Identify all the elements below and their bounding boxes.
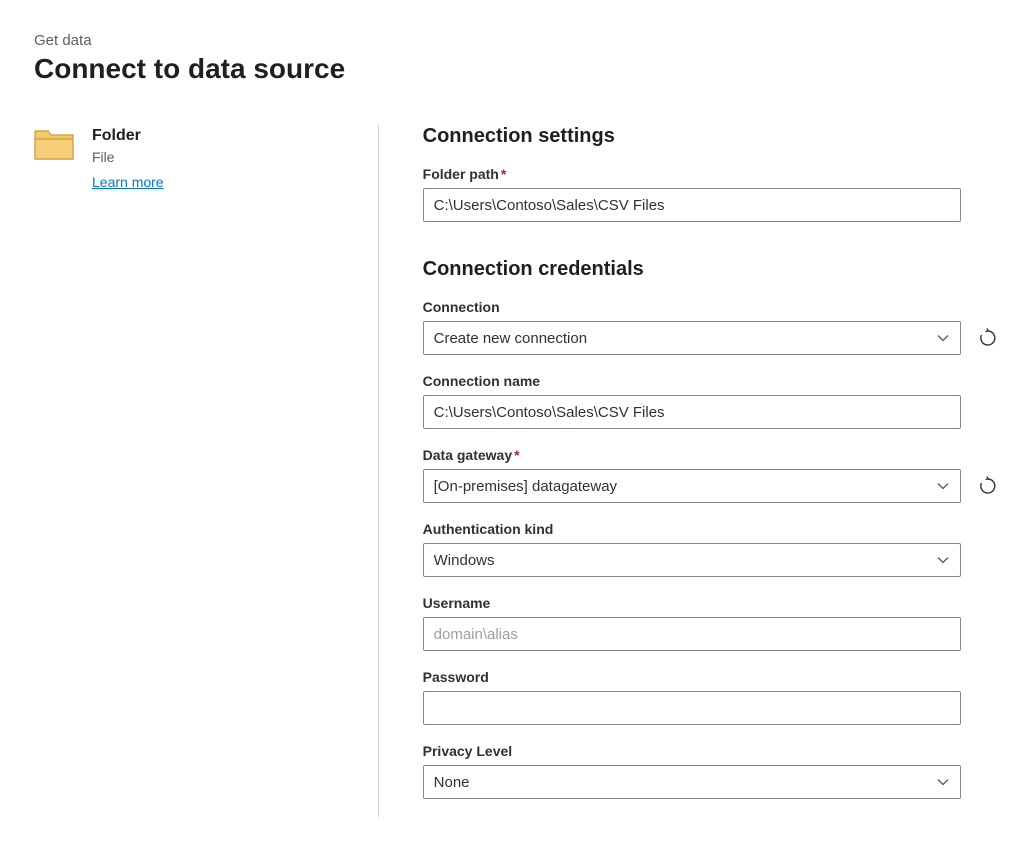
privacy-level-label: Privacy Level: [423, 743, 1017, 759]
settings-panel: Connection settings Folder path* Connect…: [378, 125, 1017, 817]
auth-kind-select-value: Windows: [434, 552, 495, 569]
data-gateway-select[interactable]: [On-premises] datagateway: [423, 469, 961, 503]
breadcrumb: Get data: [34, 32, 1017, 49]
page-title: Connect to data source: [34, 53, 1017, 85]
connection-select[interactable]: Create new connection: [423, 321, 961, 355]
password-input[interactable]: [423, 691, 961, 725]
privacy-level-select[interactable]: None: [423, 765, 961, 799]
folder-path-input[interactable]: [423, 188, 961, 222]
refresh-icon: [978, 476, 998, 496]
connector-name: Folder: [92, 125, 164, 147]
connection-select-value: Create new connection: [434, 330, 587, 347]
chevron-down-icon: [936, 775, 950, 789]
connection-settings-heading: Connection settings: [423, 125, 1017, 148]
username-label: Username: [423, 595, 1017, 611]
chevron-down-icon: [936, 479, 950, 493]
privacy-level-select-value: None: [434, 774, 470, 791]
refresh-icon: [978, 328, 998, 348]
chevron-down-icon: [936, 553, 950, 567]
data-gateway-refresh-button[interactable]: [977, 475, 999, 497]
auth-kind-label: Authentication kind: [423, 521, 1017, 537]
auth-kind-select[interactable]: Windows: [423, 543, 961, 577]
learn-more-link[interactable]: Learn more: [92, 174, 164, 190]
connection-credentials-heading: Connection credentials: [423, 258, 1017, 281]
connection-refresh-button[interactable]: [977, 327, 999, 349]
connection-name-input[interactable]: [423, 395, 961, 429]
connection-label: Connection: [423, 299, 1017, 315]
password-label: Password: [423, 669, 1017, 685]
connector-type: File: [92, 147, 164, 168]
connection-name-label: Connection name: [423, 373, 1017, 389]
connector-panel: Folder File Learn more: [34, 125, 378, 817]
data-gateway-label: Data gateway*: [423, 447, 1017, 463]
username-input[interactable]: [423, 617, 961, 651]
data-gateway-select-value: [On-premises] datagateway: [434, 478, 617, 495]
folder-icon: [34, 127, 74, 161]
folder-path-label: Folder path*: [423, 166, 1017, 182]
chevron-down-icon: [936, 331, 950, 345]
